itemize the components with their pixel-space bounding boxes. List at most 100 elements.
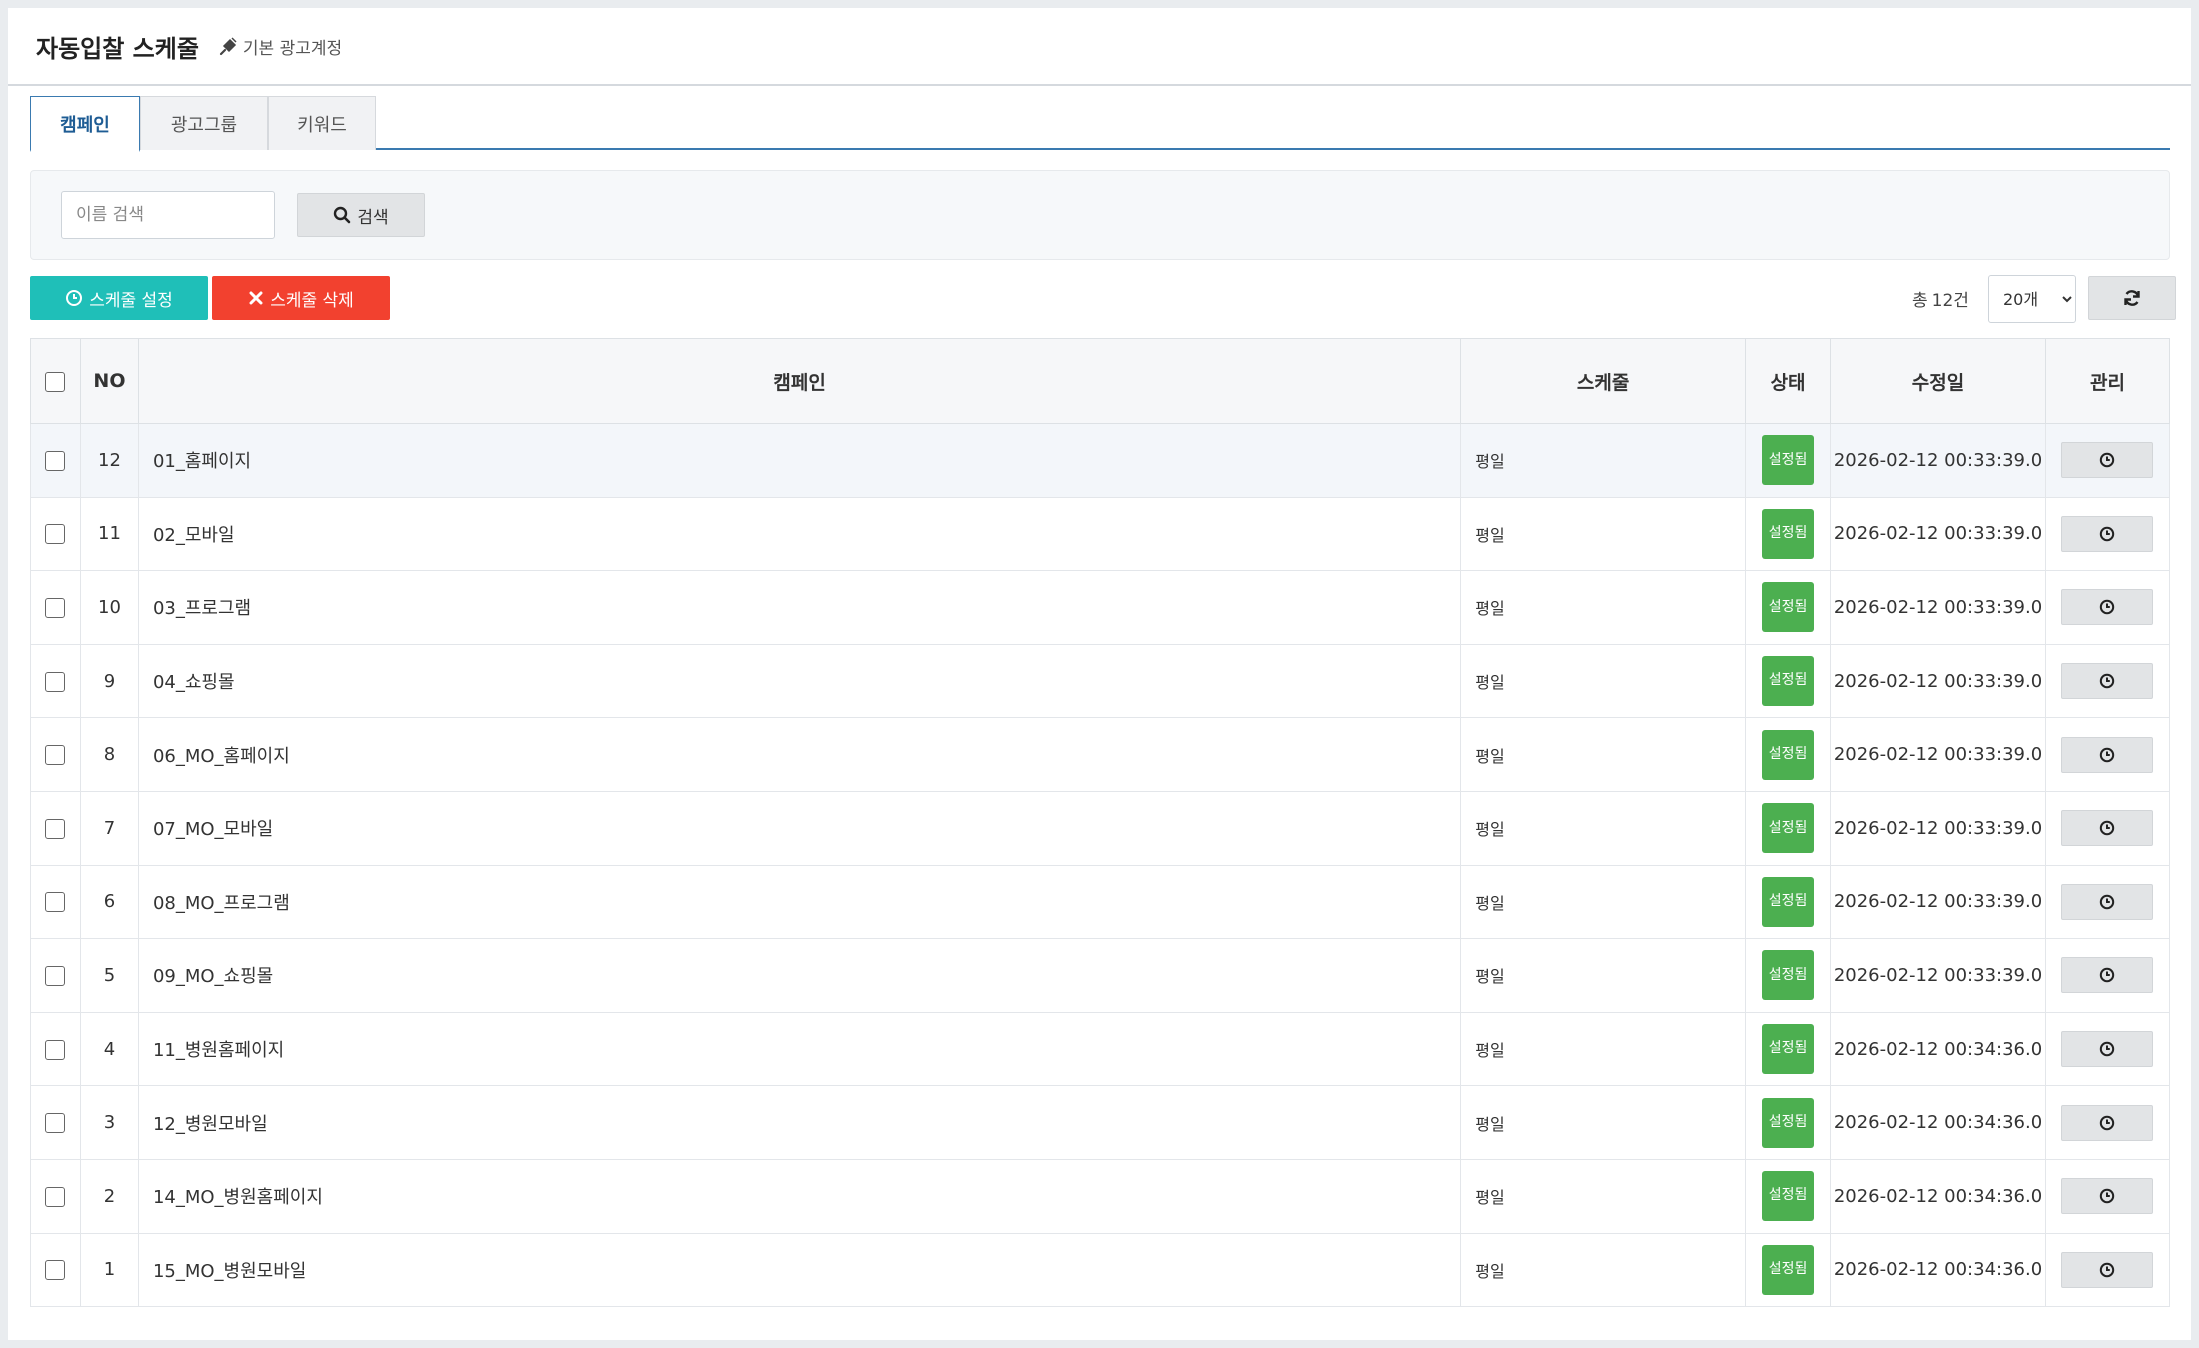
schedule-delete-button[interactable]: 스케줄 삭제: [212, 276, 390, 320]
header-schedule: 스케줄: [1460, 338, 1747, 424]
row-status-cell: 설정됨: [1745, 717, 1832, 792]
manage-schedule-button[interactable]: [2061, 515, 2154, 552]
row-checkbox[interactable]: [45, 1039, 66, 1060]
status-badge: 설정됨: [1762, 656, 1815, 707]
clock-icon: [2100, 1262, 2115, 1278]
row-no: 9: [79, 643, 139, 719]
select-all-checkbox[interactable]: [45, 371, 66, 392]
row-status-cell: 설정됨: [1745, 423, 1832, 498]
row-checkbox[interactable]: [45, 671, 66, 692]
manage-schedule-button[interactable]: [2061, 883, 2154, 920]
row-checkbox[interactable]: [45, 892, 66, 913]
per-page-select[interactable]: 20개: [1988, 275, 2076, 323]
table-row: 7 07_MO_모바일 평일 설정됨 2026-02-12 00:33:39.0: [30, 790, 2171, 866]
table-row: 9 04_쇼핑몰 평일 설정됨 2026-02-12 00:33:39.0: [30, 643, 2171, 719]
row-checkbox[interactable]: [45, 1260, 66, 1281]
row-checkbox[interactable]: [45, 597, 66, 618]
clock-icon: [2100, 1041, 2115, 1057]
manage-schedule-button[interactable]: [2061, 442, 2154, 479]
tab-adgroup[interactable]: 광고그룹: [140, 96, 268, 150]
row-schedule: 평일: [1460, 643, 1747, 719]
row-modified: 2026-02-12 00:33:39.0: [1830, 570, 2046, 645]
row-checkbox-cell: [30, 717, 81, 792]
row-status-cell: 설정됨: [1745, 938, 1832, 1013]
search-button[interactable]: 검색: [297, 193, 425, 237]
account-label: 기본 광고계정: [219, 34, 342, 59]
row-schedule: 평일: [1460, 1158, 1747, 1234]
manage-schedule-button[interactable]: [2061, 1031, 2154, 1068]
manage-schedule-button[interactable]: [2061, 736, 2154, 773]
table-row: 1 15_MO_병원모바일 평일 설정됨 2026-02-12 00:34:36…: [30, 1232, 2171, 1308]
page-title: 자동입찰 스케줄: [36, 34, 199, 63]
row-manage-cell: [2044, 1085, 2171, 1160]
manage-schedule-button[interactable]: [2061, 663, 2154, 700]
clock-icon: [2100, 673, 2115, 689]
refresh-button[interactable]: [2088, 276, 2176, 320]
row-schedule: 평일: [1460, 1011, 1747, 1087]
clock-icon: [2100, 968, 2115, 983]
row-manage-cell: [2044, 717, 2171, 792]
total-value: 12건: [1931, 290, 1969, 311]
account-name: 기본 광고계정: [242, 38, 343, 59]
manage-schedule-button[interactable]: [2061, 957, 2154, 994]
refresh-icon: [2124, 290, 2140, 306]
row-modified: 2026-02-12 00:34:36.0: [1830, 1011, 2046, 1087]
tab-campaign[interactable]: 캠페인: [30, 96, 140, 152]
row-checkbox-cell: [30, 1011, 81, 1087]
row-no: 11: [79, 496, 139, 572]
row-checkbox[interactable]: [45, 745, 66, 766]
row-manage-cell: [2044, 1011, 2171, 1087]
row-no: 1: [79, 1232, 139, 1308]
row-manage-cell: [2044, 1158, 2171, 1234]
page-header: 자동입찰 스케줄 기본 광고계정: [8, 8, 2191, 86]
row-modified: 2026-02-12 00:34:36.0: [1830, 1232, 2046, 1308]
row-checkbox[interactable]: [45, 1113, 66, 1134]
schedule-set-button[interactable]: 스케줄 설정: [30, 276, 208, 320]
manage-schedule-button[interactable]: [2061, 589, 2154, 626]
row-checkbox[interactable]: [45, 450, 66, 471]
row-schedule: 평일: [1460, 423, 1747, 498]
row-modified: 2026-02-12 00:34:36.0: [1830, 1158, 2046, 1234]
status-badge: 설정됨: [1762, 950, 1815, 1001]
row-checkbox[interactable]: [45, 524, 66, 545]
status-badge: 설정됨: [1762, 582, 1815, 633]
row-schedule: 평일: [1460, 1085, 1747, 1160]
row-status-cell: 설정됨: [1745, 643, 1832, 719]
row-manage-cell: [2044, 938, 2171, 1013]
row-modified: 2026-02-12 00:33:39.0: [1830, 938, 2046, 1013]
row-checkbox-cell: [30, 1085, 81, 1160]
row-modified: 2026-02-12 00:33:39.0: [1830, 496, 2046, 572]
manage-schedule-button[interactable]: [2061, 810, 2154, 847]
row-status-cell: 설정됨: [1745, 1085, 1832, 1160]
row-checkbox[interactable]: [45, 1186, 66, 1207]
row-status-cell: 설정됨: [1745, 570, 1832, 645]
clock-icon: [2100, 894, 2115, 910]
search-button-label: 검색: [357, 207, 389, 228]
clock-icon: [2100, 600, 2115, 615]
plug-icon: [219, 36, 239, 56]
status-badge: 설정됨: [1762, 729, 1815, 780]
manage-schedule-button[interactable]: [2061, 1178, 2154, 1215]
toolbar: 스케줄 설정 스케줄 삭제 총 12건 20개: [30, 275, 2176, 323]
manage-schedule-button[interactable]: [2061, 1251, 2154, 1288]
row-checkbox[interactable]: [45, 965, 66, 986]
row-checkbox-cell: [30, 938, 81, 1013]
row-modified: 2026-02-12 00:33:39.0: [1830, 790, 2046, 866]
manage-schedule-button[interactable]: [2061, 1104, 2154, 1141]
row-campaign-name: 06_MO_홈페이지: [137, 717, 1462, 792]
search-input[interactable]: [61, 191, 275, 239]
tab-keyword[interactable]: 키워드: [268, 96, 376, 150]
row-manage-cell: [2044, 496, 2171, 572]
header-manage: 관리: [2044, 338, 2171, 424]
row-modified: 2026-02-12 00:33:39.0: [1830, 717, 2046, 792]
schedule-table: NO 캠페인 스케줄 상태 수정일 관리 12 01_홈페이지 평일 설정됨 2…: [30, 338, 2171, 1308]
row-checkbox[interactable]: [45, 818, 66, 839]
row-manage-cell: [2044, 570, 2171, 645]
search-panel: 검색: [30, 170, 2170, 260]
tab-label: 키워드: [297, 114, 347, 136]
row-status-cell: 설정됨: [1745, 496, 1832, 572]
row-modified: 2026-02-12 00:33:39.0: [1830, 423, 2046, 498]
row-manage-cell: [2044, 790, 2171, 866]
row-no: 2: [79, 1158, 139, 1234]
row-status-cell: 설정됨: [1745, 1011, 1832, 1087]
